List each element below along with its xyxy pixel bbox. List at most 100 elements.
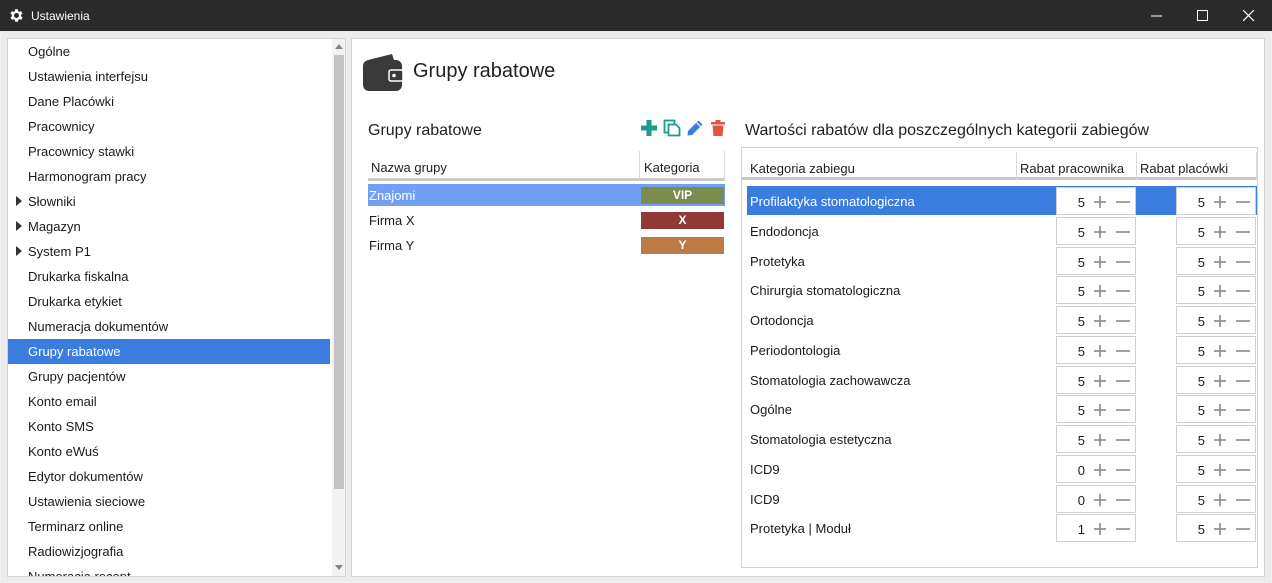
plus-icon[interactable] [1094, 344, 1106, 357]
expand-arrow-icon[interactable] [16, 221, 22, 231]
clinic-discount-stepper[interactable]: 5 [1176, 276, 1256, 305]
sidebar-item[interactable]: Grupy rabatowe [8, 339, 330, 364]
sidebar-item[interactable]: Pracownicy [8, 114, 330, 139]
sidebar-item[interactable]: Konto SMS [8, 414, 330, 439]
plus-icon[interactable] [1214, 523, 1226, 536]
sidebar-item[interactable]: Numeracja recept [8, 564, 330, 576]
clinic-discount-stepper[interactable]: 5 [1176, 484, 1256, 513]
clinic-discount-stepper[interactable]: 5 [1176, 395, 1256, 424]
sidebar-item[interactable]: Magazyn [8, 214, 330, 239]
minus-icon[interactable] [1116, 315, 1130, 327]
minus-icon[interactable] [1236, 494, 1250, 506]
group-row[interactable]: Znajomi VIP [368, 184, 725, 206]
plus-icon[interactable] [1214, 315, 1226, 327]
stepper-value[interactable]: 5 [1198, 225, 1205, 240]
stepper-value[interactable]: 5 [1198, 314, 1205, 329]
employee-discount-stepper[interactable]: 0 [1056, 484, 1136, 513]
discount-row[interactable]: Profilaktyka stomatologiczna 5 5 [747, 186, 1257, 215]
clinic-discount-stepper[interactable]: 5 [1176, 514, 1256, 543]
employee-discount-stepper[interactable]: 5 [1056, 246, 1136, 275]
discount-row[interactable]: ICD9 0 5 [747, 454, 1257, 483]
employee-discount-stepper[interactable]: 5 [1056, 187, 1136, 215]
column-separator[interactable] [1136, 152, 1137, 180]
stepper-value[interactable]: 5 [1198, 344, 1205, 359]
plus-icon[interactable] [1214, 434, 1226, 446]
edit-pencil-icon[interactable] [686, 119, 704, 137]
clinic-discount-stepper[interactable]: 5 [1176, 306, 1256, 334]
stepper-value[interactable]: 5 [1198, 433, 1205, 448]
discount-row[interactable]: Ogólne 5 5 [747, 394, 1257, 424]
minus-icon[interactable] [1236, 196, 1250, 208]
employee-discount-stepper[interactable]: 0 [1056, 454, 1136, 483]
group-row[interactable]: Firma Y Y [368, 234, 725, 256]
plus-icon[interactable] [1094, 285, 1106, 298]
stepper-value[interactable]: 5 [1078, 403, 1085, 418]
sidebar-item[interactable]: Edytor dokumentów [8, 464, 330, 489]
stepper-value[interactable]: 5 [1198, 522, 1205, 537]
employee-discount-stepper[interactable]: 5 [1056, 335, 1136, 364]
plus-icon[interactable] [1214, 225, 1226, 238]
minus-icon[interactable] [1116, 494, 1130, 506]
discount-row[interactable]: Stomatologia zachowawcza 5 5 [747, 365, 1257, 394]
plus-icon[interactable] [1214, 196, 1226, 208]
minus-icon[interactable] [1116, 256, 1130, 268]
minus-icon[interactable] [1116, 196, 1130, 208]
minus-icon[interactable] [1236, 523, 1250, 535]
minus-icon[interactable] [1116, 434, 1130, 446]
discount-row[interactable]: Protetyka 5 5 [747, 246, 1257, 275]
sidebar-item[interactable]: Drukarka etykiet [8, 289, 330, 314]
stepper-value[interactable]: 5 [1198, 403, 1205, 418]
stepper-value[interactable]: 5 [1078, 195, 1085, 210]
scrollbar-thumb[interactable] [334, 55, 344, 489]
sidebar-item[interactable]: Drukarka fiskalna [8, 264, 330, 289]
sidebar-item[interactable]: Numeracja dokumentów [8, 314, 330, 339]
group-row[interactable]: Firma X X [368, 209, 725, 231]
sidebar-item[interactable]: Dane Placówki [8, 89, 330, 114]
plus-icon[interactable] [1094, 225, 1106, 238]
plus-icon[interactable] [1094, 493, 1106, 506]
minus-icon[interactable] [1116, 226, 1130, 238]
minus-icon[interactable] [1116, 375, 1130, 387]
sidebar-item[interactable]: Ogólne [8, 39, 330, 64]
stepper-value[interactable]: 5 [1198, 374, 1205, 389]
stepper-value[interactable]: 5 [1198, 463, 1205, 478]
column-header-employee-discount[interactable]: Rabat pracownika [1020, 161, 1124, 176]
plus-icon[interactable] [1214, 374, 1226, 387]
stepper-value[interactable]: 5 [1198, 493, 1205, 508]
clinic-discount-stepper[interactable]: 5 [1176, 246, 1256, 275]
minus-icon[interactable] [1116, 404, 1130, 416]
clinic-discount-stepper[interactable]: 5 [1176, 454, 1256, 483]
sidebar-item[interactable]: Ustawienia sieciowe [8, 489, 330, 514]
discount-row[interactable]: Protetyka | Moduł 1 5 [747, 513, 1257, 543]
sidebar-item[interactable]: Konto eWuś [8, 439, 330, 464]
sidebar-item[interactable]: Ustawienia interfejsu [8, 64, 330, 89]
discount-row[interactable]: Stomatologia estetyczna 5 5 [747, 424, 1257, 453]
minimize-button[interactable] [1134, 0, 1180, 31]
clinic-discount-stepper[interactable]: 5 [1176, 425, 1256, 453]
employee-discount-stepper[interactable]: 5 [1056, 306, 1136, 334]
minus-icon[interactable] [1236, 375, 1250, 387]
column-header-group-name[interactable]: Nazwa grupy [371, 160, 447, 175]
column-separator[interactable] [724, 151, 725, 179]
plus-icon[interactable] [1094, 374, 1106, 387]
employee-discount-stepper[interactable]: 5 [1056, 365, 1136, 394]
stepper-value[interactable]: 1 [1078, 522, 1085, 537]
discount-row[interactable]: Periodontologia 5 5 [747, 335, 1257, 364]
minus-icon[interactable] [1236, 464, 1250, 476]
plus-icon[interactable] [1214, 344, 1226, 357]
clinic-discount-stepper[interactable]: 5 [1176, 365, 1256, 394]
stepper-value[interactable]: 5 [1078, 284, 1085, 299]
minus-icon[interactable] [1236, 285, 1250, 297]
plus-icon[interactable] [640, 119, 658, 137]
sidebar-item[interactable]: System P1 [8, 239, 330, 264]
discount-row[interactable]: ICD9 0 5 [747, 484, 1257, 513]
minus-icon[interactable] [1116, 523, 1130, 535]
plus-icon[interactable] [1214, 493, 1226, 506]
column-header-clinic-discount[interactable]: Rabat placówki [1140, 161, 1228, 176]
sidebar-item[interactable]: Harmonogram pracy [8, 164, 330, 189]
plus-icon[interactable] [1214, 255, 1226, 268]
clinic-discount-stepper[interactable]: 5 [1176, 216, 1256, 245]
employee-discount-stepper[interactable]: 5 [1056, 395, 1136, 424]
stepper-value[interactable]: 5 [1078, 225, 1085, 240]
stepper-value[interactable]: 0 [1078, 463, 1085, 478]
